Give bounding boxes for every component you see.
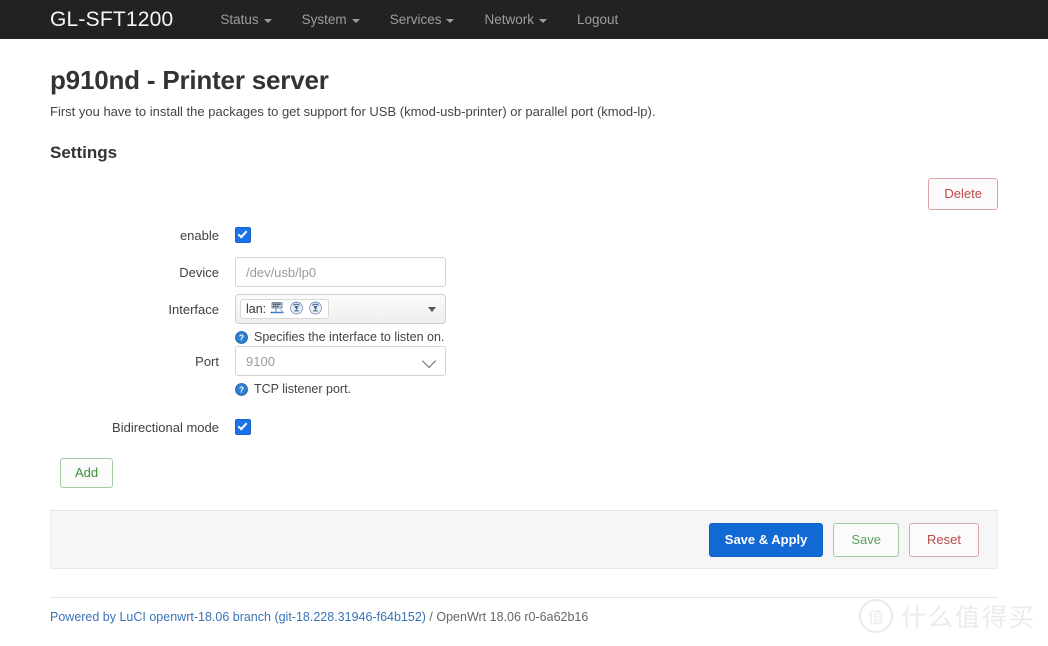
reset-button[interactable]: Reset	[909, 522, 979, 557]
form-row-bidirectional: Bidirectional mode	[50, 412, 998, 442]
add-button-row: Add	[50, 458, 998, 489]
nav-item-logout[interactable]: Logout	[562, 0, 633, 39]
device-label: Device	[179, 264, 219, 280]
form-row-device: Device	[50, 250, 998, 294]
nav-menu: Status System Services Network Logout	[205, 0, 633, 39]
interface-select[interactable]: lan:	[235, 294, 446, 325]
save-and-apply-button[interactable]: Save & Apply	[708, 522, 824, 557]
form-row-port-hint: ? TCP listener port.	[50, 376, 998, 398]
device-field	[235, 257, 998, 288]
enable-label: enable	[179, 227, 219, 243]
luci-credit-link[interactable]: Powered by LuCI openwrt-18.06 branch (gi…	[50, 610, 426, 624]
interface-hint-field: ? Specifies the interface to listen on.	[235, 324, 998, 346]
delete-button[interactable]: Delete	[928, 178, 998, 211]
port-hint-field: ? TCP listener port.	[235, 376, 998, 398]
nav-item-network[interactable]: Network	[469, 0, 562, 39]
form-row-interface-hint: ? Specifies the interface to listen on.	[50, 324, 998, 346]
chevron-down-icon	[446, 18, 455, 23]
enable-field	[235, 227, 998, 244]
device-input[interactable]	[235, 257, 446, 288]
brand-title: GL-SFT1200	[50, 7, 174, 31]
nav-item-label: Logout	[576, 12, 619, 27]
chevron-down-icon	[351, 18, 360, 23]
enable-checkbox[interactable]	[235, 227, 251, 244]
nav-item-system[interactable]: System	[287, 0, 375, 39]
form-row-enable: enable	[50, 220, 998, 250]
wifi-icon	[289, 301, 304, 318]
interface-label: Interface	[168, 301, 219, 317]
form-row-interface: Interface lan:	[50, 294, 998, 325]
page-description: First you have to install the packages t…	[50, 104, 656, 119]
bidirectional-field	[235, 419, 998, 436]
port-value: 9100	[246, 353, 275, 369]
port-label: Port	[195, 353, 219, 369]
interface-selected-chip: lan:	[240, 299, 330, 320]
interface-hint: ? Specifies the interface to listen on.	[235, 330, 998, 344]
add-button[interactable]: Add	[60, 458, 114, 489]
port-select[interactable]: 9100	[235, 346, 446, 377]
bidirectional-label: Bidirectional mode	[112, 419, 219, 435]
chevron-down-icon	[538, 18, 547, 23]
nav-item-label: System	[301, 12, 347, 27]
interface-hint-text: Specifies the interface to listen on.	[254, 330, 445, 345]
nav-item-services[interactable]: Services	[375, 0, 470, 39]
nav-item-label: Services	[389, 12, 442, 27]
settings-form: enable Device Interface lan:	[50, 220, 998, 489]
help-icon: ?	[235, 382, 248, 396]
action-panel: Save & Apply Save Reset	[50, 511, 998, 570]
form-row-port: Port 9100	[50, 346, 998, 377]
wifi-icon	[308, 301, 323, 318]
chevron-down-icon	[428, 307, 436, 313]
nav-item-label: Network	[484, 12, 534, 27]
chevron-down-icon	[421, 354, 437, 369]
nav-item-status[interactable]: Status	[205, 0, 286, 39]
svg-text:?: ?	[239, 384, 244, 394]
port-field: 9100	[235, 346, 998, 377]
port-hint: ? TCP listener port.	[235, 382, 998, 396]
delete-button-row: Delete	[50, 178, 998, 211]
chevron-down-icon	[263, 18, 272, 23]
nav-item-label: Status	[220, 12, 259, 27]
main-content: p910nd - Printer server First you have t…	[0, 65, 1048, 624]
footer-divider	[50, 597, 998, 599]
page-title: p910nd - Printer server	[50, 65, 329, 95]
svg-text:?: ?	[239, 332, 244, 342]
help-icon: ?	[235, 330, 248, 344]
port-hint-text: TCP listener port.	[254, 382, 352, 397]
interface-selected-label: lan:	[246, 301, 267, 316]
navbar: GL-SFT1200 Status System Services Networ…	[0, 0, 1048, 39]
save-button[interactable]: Save	[833, 522, 900, 557]
settings-heading: Settings	[50, 143, 118, 162]
interface-field: lan:	[235, 294, 998, 325]
footer: Powered by LuCI openwrt-18.06 branch (gi…	[50, 610, 998, 624]
ethernet-icon	[270, 301, 285, 318]
bidirectional-checkbox[interactable]	[235, 419, 251, 436]
footer-version-text: / OpenWrt 18.06 r0-6a62b16	[425, 610, 589, 625]
